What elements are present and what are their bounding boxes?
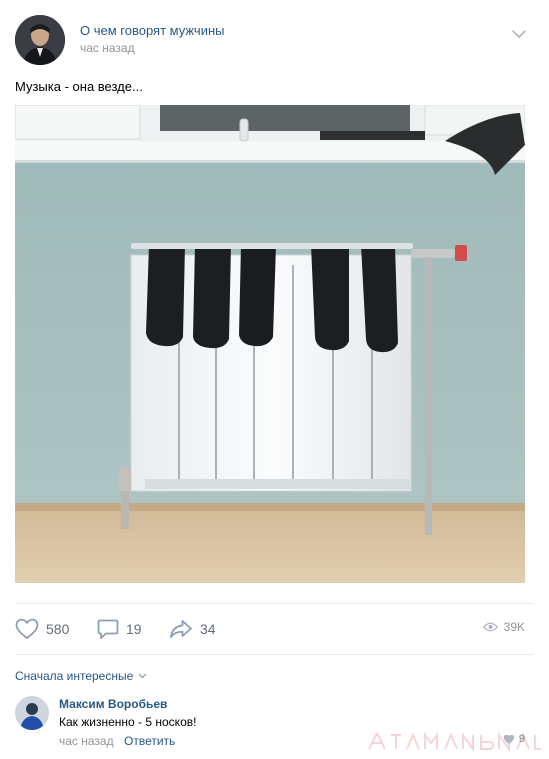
comment-text: Как жизненно - 5 носков!: [59, 715, 197, 729]
sort-label: Сначала интересные: [15, 669, 134, 683]
comment-icon: [97, 619, 119, 639]
share-button[interactable]: 34: [169, 618, 216, 640]
post-photo[interactable]: [15, 105, 525, 583]
user-avatar[interactable]: [15, 696, 49, 730]
heart-icon: [15, 618, 39, 640]
comment-button[interactable]: 19: [97, 618, 142, 640]
views-counter: 39K: [482, 620, 525, 634]
post-timestamp[interactable]: час назад: [80, 41, 135, 55]
share-count: 34: [200, 621, 216, 637]
group-avatar[interactable]: [15, 15, 65, 65]
comment-count: 19: [126, 621, 142, 637]
divider: [15, 603, 534, 604]
eye-icon: [482, 622, 498, 632]
post-text: Музыка - она везде...: [15, 79, 143, 94]
comment-author[interactable]: Максим Воробьев: [59, 697, 167, 711]
comment-like-count: 9: [518, 733, 525, 745]
chevron-down-icon[interactable]: [511, 26, 527, 39]
share-icon: [170, 620, 192, 638]
small-heart-icon: [503, 734, 515, 744]
comment-like-button[interactable]: 9: [503, 733, 525, 745]
like-button[interactable]: 580: [15, 618, 69, 640]
comment-timestamp[interactable]: час назад: [59, 734, 114, 748]
comments-sort-dropdown[interactable]: Сначала интересные: [15, 669, 147, 683]
like-count: 580: [46, 621, 70, 637]
reply-button[interactable]: Ответить: [124, 734, 175, 748]
views-count: 39K: [503, 620, 525, 634]
divider: [15, 654, 534, 655]
group-name-link[interactable]: О чем говорят мужчины: [80, 23, 224, 38]
chevron-down-icon: [138, 673, 147, 679]
